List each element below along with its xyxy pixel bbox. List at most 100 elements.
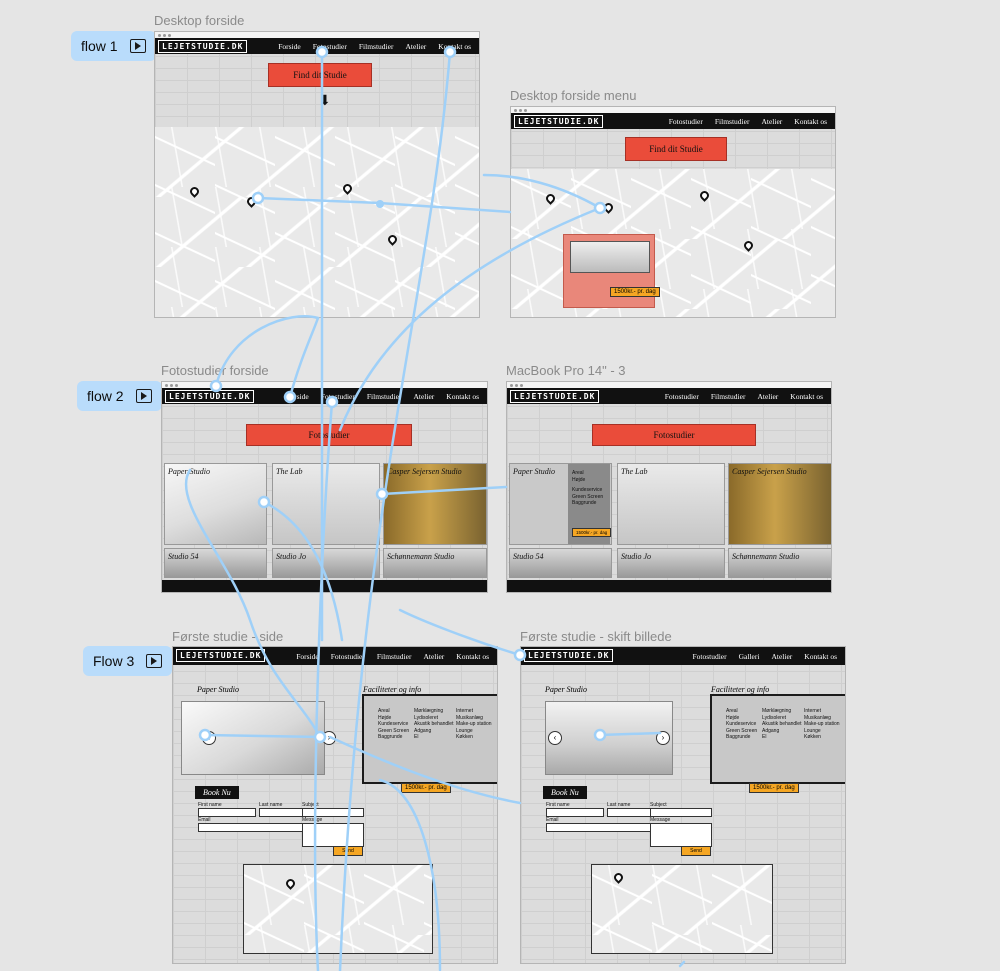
map-pin-icon[interactable] xyxy=(544,192,557,205)
chevron-left-icon[interactable]: ‹ xyxy=(202,731,216,745)
send-button[interactable]: Send xyxy=(681,846,711,856)
chevron-right-icon[interactable]: › xyxy=(322,731,336,745)
studio-photo[interactable]: ‹ › xyxy=(545,701,673,775)
logo[interactable]: LEJETSTUDIE.DK xyxy=(514,115,604,128)
map-pin-icon[interactable] xyxy=(284,877,297,890)
subject-field[interactable] xyxy=(302,808,364,817)
studio-popup[interactable]: 1500kr.- pr. dag xyxy=(563,234,660,308)
studio-tile[interactable]: Casper Sejersen Studio xyxy=(383,463,487,545)
frame-desktop-forside-menu[interactable]: LEJETSTUDIE.DK Fotostudier Filmstudier A… xyxy=(510,106,836,318)
frame-label-forste-studie-skift[interactable]: Første studie - skift billede xyxy=(520,629,672,644)
find-studie-button[interactable]: Find dit Studie xyxy=(268,63,372,87)
frame-desktop-forside[interactable]: LEJETSTUDIE.DK Forside Fotostudier Films… xyxy=(154,31,480,318)
map-pin-icon[interactable] xyxy=(742,239,755,252)
map-pin-icon[interactable] xyxy=(188,185,201,198)
nav-filmstudier[interactable]: Filmstudier xyxy=(359,42,394,51)
nav-kontakt[interactable]: Kontakt os xyxy=(804,652,837,661)
logo[interactable]: LEJETSTUDIE.DK xyxy=(158,40,248,53)
email-field[interactable] xyxy=(546,823,661,832)
nav-kontakt[interactable]: Kontakt os xyxy=(794,117,827,126)
studio-tile[interactable]: Studio 54 xyxy=(509,548,612,578)
nav-fotostudier[interactable]: Fotostudier xyxy=(692,652,726,661)
frame-forste-studie-side[interactable]: LEJETSTUDIE.DK Forside Fotostudier Films… xyxy=(172,646,498,964)
studio-tile[interactable]: Studio 54 xyxy=(164,548,267,578)
nav-fotostudier[interactable]: Fotostudier xyxy=(331,652,365,661)
fotostudier-banner[interactable]: Fotostudier xyxy=(592,424,756,446)
map-pin-icon[interactable] xyxy=(602,201,615,214)
nav-atelier[interactable]: Atelier xyxy=(413,392,434,401)
nav-atelier[interactable]: Atelier xyxy=(405,42,426,51)
map-pin-icon[interactable] xyxy=(341,182,354,195)
map-pin-icon[interactable] xyxy=(698,189,711,202)
nav-atelier[interactable]: Atelier xyxy=(771,652,792,661)
first-name-field[interactable] xyxy=(546,808,604,817)
studio-tile[interactable]: Schønnemann Studio xyxy=(728,548,831,578)
map[interactable] xyxy=(155,127,479,317)
studio-tile[interactable]: Paper Studio xyxy=(164,463,267,545)
map-pin-icon[interactable] xyxy=(612,871,625,884)
nav-fotostudier[interactable]: Fotostudier xyxy=(669,117,703,126)
nav-fotostudier[interactable]: Fotostudier xyxy=(665,392,699,401)
map[interactable] xyxy=(591,864,773,954)
play-icon[interactable] xyxy=(146,654,163,668)
studio-tile[interactable]: Studio Jo xyxy=(617,548,725,578)
frame-fotostudier-forside[interactable]: LEJETSTUDIE.DK Forside Fotostudier Films… xyxy=(161,381,488,593)
nav-filmstudier[interactable]: Filmstudier xyxy=(377,652,412,661)
navbar: LEJETSTUDIE.DK Forside Fotostudier Films… xyxy=(155,38,479,54)
nav-forside[interactable]: Forside xyxy=(296,652,319,661)
map-pin-icon[interactable] xyxy=(245,195,258,208)
chevron-left-icon[interactable]: ‹ xyxy=(548,731,562,745)
nav-forside[interactable]: Forside xyxy=(286,392,309,401)
nav-filmstudier[interactable]: Filmstudier xyxy=(367,392,402,401)
play-icon[interactable] xyxy=(129,39,146,53)
find-studie-button[interactable]: Find dit Studie xyxy=(625,137,727,161)
chevron-right-icon[interactable]: › xyxy=(656,731,670,745)
nav-kontakt[interactable]: Kontakt os xyxy=(790,392,823,401)
frame-label-fotostudier-forside[interactable]: Fotostudier forside xyxy=(161,363,269,378)
studio-tile[interactable]: The Lab xyxy=(272,463,380,545)
studio-tile[interactable]: Schønnemann Studio xyxy=(383,548,487,578)
nav-kontakt[interactable]: Kontakt os xyxy=(456,652,489,661)
send-button[interactable]: Send xyxy=(333,846,363,856)
nav-atelier[interactable]: Atelier xyxy=(757,392,778,401)
logo[interactable]: LEJETSTUDIE.DK xyxy=(176,649,266,662)
studio-tile[interactable]: The Lab xyxy=(617,463,725,545)
nav-galleri[interactable]: Galleri xyxy=(739,652,760,661)
subject-field[interactable] xyxy=(650,808,712,817)
frame-forste-studie-skift[interactable]: LEJETSTUDIE.DK Fotostudier Galleri Ateli… xyxy=(520,646,846,964)
frame-label-desktop-forside[interactable]: Desktop forside xyxy=(154,13,244,28)
fotostudier-banner[interactable]: Fotostudier xyxy=(246,424,412,446)
message-field[interactable] xyxy=(302,823,364,847)
map[interactable] xyxy=(243,864,433,954)
studio-tile-hover[interactable]: Paper Studio Areal Højde Kundeservice Gr… xyxy=(509,463,612,545)
nav-kontakt[interactable]: Kontakt os xyxy=(446,392,479,401)
logo[interactable]: LEJETSTUDIE.DK xyxy=(524,649,614,662)
nav-fotostudier[interactable]: Fotostudier xyxy=(313,42,347,51)
flow-2-badge[interactable]: flow 2 xyxy=(77,381,162,411)
studio-photo[interactable]: ‹ › xyxy=(181,701,336,775)
nav-atelier[interactable]: Atelier xyxy=(761,117,782,126)
frame-label-desktop-forside-menu[interactable]: Desktop forside menu xyxy=(510,88,636,103)
flow-3-badge[interactable]: Flow 3 xyxy=(83,646,173,676)
flow-1-badge[interactable]: flow 1 xyxy=(71,31,156,61)
book-nu-heading: Book Nu xyxy=(543,786,587,799)
nav-atelier[interactable]: Atelier xyxy=(423,652,444,661)
studio-tile[interactable]: Studio Jo xyxy=(272,548,380,578)
logo[interactable]: LEJETSTUDIE.DK xyxy=(510,390,600,403)
studio-tile[interactable]: Casper Sejersen Studio xyxy=(728,463,831,545)
message-field[interactable] xyxy=(650,823,712,847)
logo[interactable]: LEJETSTUDIE.DK xyxy=(165,390,255,403)
nav-filmstudier[interactable]: Filmstudier xyxy=(711,392,746,401)
email-field[interactable] xyxy=(198,823,313,832)
frame-label-forste-studie-side[interactable]: Første studie - side xyxy=(172,629,283,644)
frame-macbook-pro-3[interactable]: LEJETSTUDIE.DK Fotostudier Filmstudier A… xyxy=(506,381,832,593)
nav-filmstudier[interactable]: Filmstudier xyxy=(715,117,750,126)
play-icon[interactable] xyxy=(135,389,152,403)
nav-fotostudier[interactable]: Fotostudier xyxy=(321,392,355,401)
map[interactable] xyxy=(511,169,835,317)
frame-label-macbook-pro[interactable]: MacBook Pro 14" - 3 xyxy=(506,363,626,378)
nav-forside[interactable]: Forside xyxy=(278,42,301,51)
map-pin-icon[interactable] xyxy=(386,233,399,246)
nav-kontakt[interactable]: Kontakt os xyxy=(438,42,471,51)
first-name-field[interactable] xyxy=(198,808,256,817)
